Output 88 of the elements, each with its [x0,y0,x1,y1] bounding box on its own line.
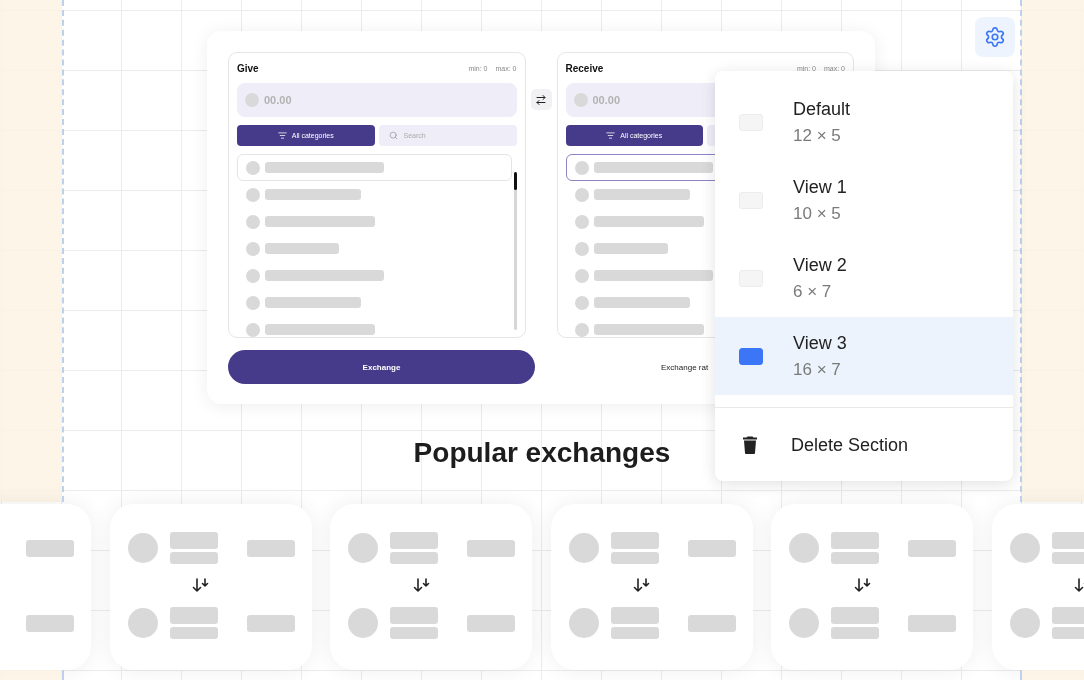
amount-placeholder [467,614,515,632]
name-placeholder [390,532,438,549]
section-heading: Popular exchanges [413,437,671,469]
layout-option[interactable]: Default 12 × 5 [715,83,1013,161]
filter-icon [277,131,287,140]
coin-placeholder [246,241,260,256]
down-arrows-icon [633,578,651,593]
layout-option[interactable]: View 2 6 × 7 [715,239,1013,317]
code-placeholder [831,627,879,639]
option-label: View 2 [793,254,847,276]
coin-placeholder [789,608,819,638]
code-placeholder [610,627,659,639]
coin-placeholder [246,214,260,229]
code-placeholder [390,627,438,639]
coin-placeholder [1009,533,1040,563]
amount-placeholder [908,614,956,632]
search-icon [388,131,398,140]
page-margin [0,670,62,680]
coin-placeholder [246,160,260,175]
panel-title: Receive [565,62,604,74]
delete-section-item[interactable]: Delete Section [715,408,1013,481]
name-placeholder [831,532,879,549]
settings-button[interactable] [975,17,1015,57]
coin-placeholder [246,295,260,310]
layout-option[interactable]: View 3 16 × 7 [715,317,1013,395]
coin-placeholder [1009,608,1040,638]
amount-placeholder [908,539,956,557]
swap-icon [535,93,547,106]
coin-placeholder [127,608,158,638]
option-size: 10 × 5 [793,204,842,224]
coin-placeholder [246,322,260,337]
swap-button[interactable] [530,89,552,110]
amount-placeholder [26,614,74,632]
coin-placeholder [246,268,260,283]
amount-placeholder [246,539,295,557]
amount-placeholder [687,539,736,557]
exchange-card[interactable] [109,504,312,670]
code-placeholder [831,552,879,564]
panel-title: Give [237,62,259,74]
action-label: Delete Section [791,433,909,456]
code-placeholder [390,552,438,564]
code-placeholder [169,627,218,639]
coin-placeholder [348,608,378,638]
name-placeholder [169,532,218,549]
page-margin [1022,670,1084,680]
down-arrows-icon [412,578,431,593]
option-size: 6 × 7 [793,282,833,302]
exchange-card[interactable] [550,504,753,670]
amount-placeholder [246,614,295,632]
settings-icon [984,26,1006,48]
exchange-card[interactable] [771,504,973,670]
amount-placeholder [26,539,74,557]
down-arrows-icon [853,578,872,593]
coin-placeholder [348,533,378,563]
rate-label: Exchange rat [661,362,709,372]
coin-placeholder [568,533,599,563]
option-label: View 1 [793,176,847,198]
trash-icon [743,435,757,454]
filter-icon [606,131,616,140]
amount-placeholder [687,614,736,632]
layout-option[interactable]: View 1 10 × 5 [715,161,1013,239]
coin-placeholder [574,187,589,202]
coin-placeholder [568,608,599,638]
option-size: 12 × 5 [793,126,842,146]
name-placeholder [169,607,218,624]
coin-placeholder [574,160,589,175]
coin-placeholder [574,241,589,256]
coin-placeholder [127,533,158,563]
option-label: View 3 [793,332,847,354]
coin-placeholder [574,268,589,283]
exchange-card[interactable] [330,504,532,670]
name-placeholder [831,607,879,624]
name-placeholder [610,607,659,624]
coin-placeholder [574,295,589,310]
amount-field[interactable]: 00.00 [237,83,517,117]
coin-placeholder [789,533,819,563]
coin-placeholder [574,322,589,337]
name-placeholder [390,607,438,624]
option-size: 16 × 7 [793,360,842,380]
code-placeholder [610,552,659,564]
coin-placeholder [246,187,260,202]
exchange-button[interactable]: Exchange [228,350,535,384]
coin-placeholder [574,214,589,229]
amount-placeholder [467,539,515,557]
code-placeholder [169,552,218,564]
name-placeholder [610,532,659,549]
down-arrows-icon [192,578,210,593]
layout-swatch [739,347,763,365]
